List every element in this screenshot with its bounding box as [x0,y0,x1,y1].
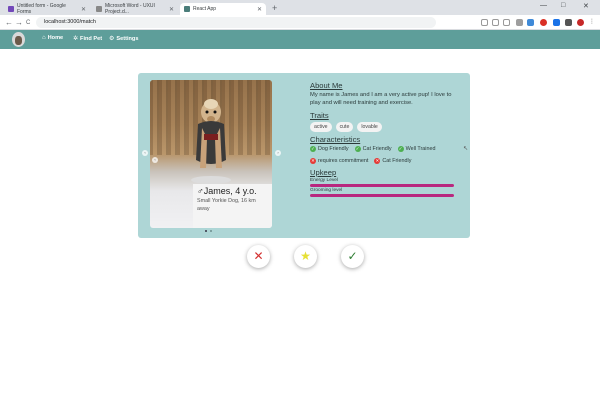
close-icon[interactable]: ✕ [257,6,262,13]
energy-level-bar [310,184,454,187]
home-icon: ⌂ [42,35,46,41]
check-icon: ✓ [310,146,316,152]
share-icon[interactable] [492,19,499,26]
accept-button[interactable]: ✓ [341,245,364,268]
tab-microsoft-word[interactable]: Microsoft Word - UXUI Project.d... ✕ [92,3,178,15]
carousel-dot[interactable] [210,230,212,232]
window-maximize-button[interactable]: □ [561,2,565,9]
url-text: localhost:3000/match [44,19,96,25]
window-close-button[interactable]: ✕ [583,2,589,10]
characteristic-label: Dog Friendly [318,146,349,152]
window-minimize-button[interactable]: — [540,2,547,9]
tab-google-forms[interactable]: Untitled form - Google Forms ✕ [4,3,90,15]
forms-icon [8,6,14,12]
close-icon[interactable]: ✕ [81,6,86,13]
globe-icon [96,6,102,12]
grooming-level-label: Grooming level [310,188,343,193]
cross-icon: ✕ [374,158,381,164]
favorite-button[interactable]: ★ [294,245,317,268]
card-next-arrow[interactable]: › [275,150,281,156]
reload-button[interactable]: C [26,19,30,28]
mouse-cursor-icon: ↖ [463,146,469,152]
nav-label: Find Pet [80,35,103,42]
extension-icon[interactable] [527,19,534,26]
check-icon: ✓ [397,146,404,152]
characteristic-item: ✓ Cat Friendly [354,146,392,152]
trait-chip: cute [335,122,354,132]
gear-icon: ⚙ [109,36,115,42]
traits-list: active cute lovable [310,122,458,132]
browser-tab-strip: Untitled form - Google Forms ✕ Microsoft… [0,0,600,15]
extension-icon[interactable] [540,19,547,26]
nav-label: Settings [116,35,139,42]
pet-description: Small Yorkie Dog, 16 km away [197,198,256,212]
characteristic-label: Well Trained [405,146,436,152]
tab-label: Untitled form - Google Forms [17,3,66,15]
reject-button[interactable]: ✕ [247,245,270,268]
carousel-dots [205,230,212,232]
carousel-dot[interactable] [205,230,207,232]
carousel-prev-button[interactable]: ‹ [152,157,158,163]
grooming-level-fill [310,194,454,197]
menu-icon[interactable]: ⋮ [589,19,596,26]
nav-find-pet[interactable]: ✲ Find Pet [73,35,103,43]
dog-image [191,99,231,184]
tab-label: Microsoft Word - UXUI Project.d... [105,3,155,15]
characteristics-list: ✓ Dog Friendly ✓ Cat Friendly ✓ Well Tra… [310,146,458,164]
grooming-level-bar [310,194,454,197]
profile-avatar[interactable] [577,19,584,26]
about-text: My name is James and I am a very active … [310,92,452,106]
pet-caption: ♂James, 4 y.o. Small Yorkie Dog, 16 km a… [193,184,272,228]
tab-react-app[interactable]: React App ✕ [180,3,266,15]
trait-chip: active [310,122,332,132]
tab-label: React App [193,6,217,12]
characteristic-item: ✓ Dog Friendly [310,146,349,152]
nav-settings[interactable]: ⚙ Settings [109,35,139,43]
sidebar-icon[interactable] [565,19,572,26]
characteristic-item: ✕ Cat Friendly [374,158,411,164]
traits-heading: Traits [310,111,329,120]
characteristic-label: Cat Friendly [382,158,412,164]
energy-level-fill [310,184,454,187]
new-tab-button[interactable]: + [272,3,277,13]
trait-chip: lovable [357,122,382,132]
bookmark-star-icon[interactable] [503,19,510,26]
address-bar[interactable]: localhost:3000/match [36,17,436,28]
extension-icon[interactable] [553,19,560,26]
app-logo[interactable] [12,32,25,47]
energy-level-label: Energy Level [310,178,338,183]
back-button[interactable]: ← [5,18,13,27]
about-heading: About Me [310,81,343,90]
extension-icon[interactable] [516,19,523,26]
characteristic-label: Cat Friendly [362,146,392,152]
react-app-icon [184,6,190,12]
pet-info-panel: About Me My name is James and I am a ver… [310,81,458,197]
characteristics-heading: Characteristics [310,135,361,144]
search-icon[interactable] [481,19,488,26]
paw-icon: ✲ [73,36,79,42]
cross-icon: ✕ [310,158,316,164]
close-icon[interactable]: ✕ [169,6,174,13]
browser-toolbar: ← → C localhost:3000/match ⋮ [0,15,600,30]
card-prev-arrow[interactable]: ‹ [142,150,148,156]
check-icon: ✓ [354,146,361,152]
characteristic-label: requires commitment [318,158,369,164]
pet-photo: ‹ › ♂James, 4 y.o. Small Yorkie Dog, 16 … [150,80,272,228]
pet-profile-card: ‹ › ♂James, 4 y.o. Small Yorkie Dog, 16 … [138,73,470,238]
nav-home[interactable]: ⌂ Home [42,35,63,41]
nav-label: Home [47,35,64,41]
characteristic-item: ✕ requires commitment [310,158,368,164]
forward-button[interactable]: → [15,18,23,27]
app-navbar: ⌂ Home ✲ Find Pet ⚙ Settings [0,30,600,49]
characteristic-item: ✓ Well Trained [397,146,436,152]
upkeep-heading: Upkeep [310,168,337,177]
pet-name: ♂James, 4 y.o. [197,186,257,196]
